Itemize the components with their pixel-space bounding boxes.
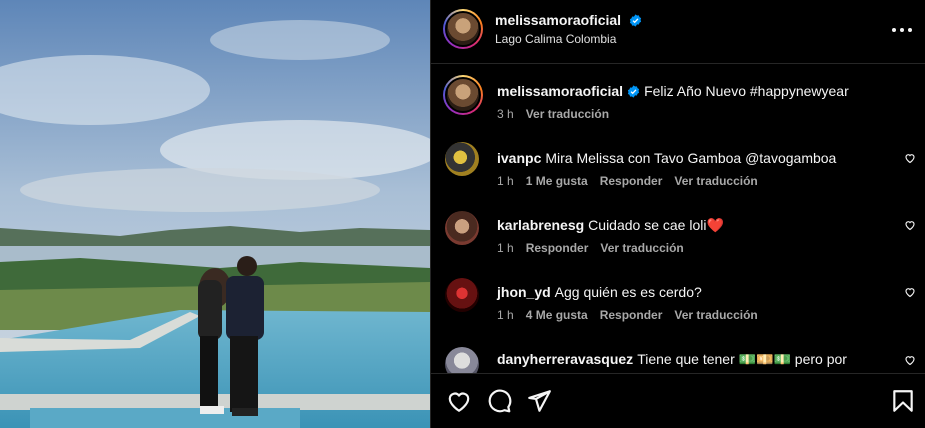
post-image	[0, 0, 430, 428]
post-actions-bar	[431, 373, 925, 428]
more-options-icon[interactable]	[892, 20, 912, 40]
comment-like-icon[interactable]	[904, 152, 916, 164]
comment-text: Tiene que tener 💵💴💵 pero por	[637, 351, 847, 367]
verified-icon	[629, 14, 642, 27]
commenter-avatar[interactable]	[445, 211, 479, 245]
post-header: melissamoraoficial Lago Calima Colombia	[431, 0, 925, 64]
caption-text: Feliz Año Nuevo #happynewyear	[644, 83, 849, 99]
caption-avatar[interactable]	[443, 75, 483, 115]
comment-likes[interactable]: 1 Me gusta	[526, 174, 588, 188]
comment-username[interactable]: danyherreravasquez	[497, 351, 633, 367]
reply-button[interactable]: Responder	[600, 174, 663, 188]
comment-time: 1 h	[497, 308, 514, 322]
comment-time: 1 h	[497, 174, 514, 188]
comment-text-row: karlabrenesg Cuidado se cae loli❤️	[497, 216, 897, 234]
caption-text-row: melissamoraoficial Feliz Año Nuevo #happ…	[497, 82, 897, 100]
comment-username[interactable]: ivanpc	[497, 150, 541, 166]
caption-time: 3 h	[497, 107, 514, 121]
comment-username[interactable]: jhon_yd	[497, 284, 551, 300]
comment-like-icon[interactable]	[904, 286, 916, 298]
comment-text-row: danyherreravasquez Tiene que tener 💵💴💵 pe…	[497, 350, 897, 368]
comment-text: Mira Melissa con Tavo Gamboa @tavogamboa	[545, 150, 837, 166]
comment-item: jhon_yd Agg quién es es cerdo? 1 h 4 Me g…	[431, 266, 925, 330]
like-icon[interactable]	[446, 388, 472, 414]
comment-text-row: ivanpc Mira Melissa con Tavo Gamboa @tavo…	[497, 149, 897, 167]
post-caption: melissamoraoficial Feliz Año Nuevo #happ…	[431, 65, 925, 129]
verified-icon	[627, 85, 640, 98]
caption-translate-link[interactable]: Ver traducción	[526, 107, 609, 121]
comment-item: ivanpc Mira Melissa con Tavo Gamboa @tavo…	[431, 132, 925, 196]
comment-text: Cuidado se cae loli❤️	[588, 217, 724, 233]
comment-username[interactable]: karlabrenesg	[497, 217, 584, 233]
save-icon[interactable]	[890, 388, 916, 414]
author-username-text[interactable]: melissamoraoficial	[495, 12, 621, 28]
comment-like-icon[interactable]	[904, 354, 916, 366]
post-location[interactable]: Lago Calima Colombia	[495, 32, 616, 46]
comment-text: Agg quién es es cerdo?	[554, 284, 702, 300]
translate-link[interactable]: Ver traducción	[674, 174, 757, 188]
share-icon[interactable]	[526, 388, 552, 414]
commenter-avatar[interactable]	[445, 142, 479, 176]
translate-link[interactable]: Ver traducción	[600, 241, 683, 255]
comment-item: karlabrenesg Cuidado se cae loli❤️ 1 h Re…	[431, 199, 925, 263]
comment-text-row: jhon_yd Agg quién es es cerdo?	[497, 283, 897, 301]
comment-item: danyherreravasquez Tiene que tener 💵💴💵 pe…	[431, 333, 925, 373]
comment-likes[interactable]: 4 Me gusta	[526, 308, 588, 322]
author-avatar[interactable]	[443, 9, 483, 49]
comment-icon[interactable]	[486, 388, 512, 414]
post-photo[interactable]	[0, 0, 430, 428]
author-username[interactable]: melissamoraoficial	[495, 12, 642, 28]
comment-time: 1 h	[497, 241, 514, 255]
comment-meta: 1 h 1 Me gusta Responder Ver traducción	[497, 174, 758, 188]
commenter-avatar[interactable]	[445, 347, 479, 373]
reply-button[interactable]: Responder	[526, 241, 589, 255]
comment-like-icon[interactable]	[904, 219, 916, 231]
post-details-panel: melissamoraoficial Lago Calima Colombia …	[430, 0, 925, 428]
comment-meta: 1 h 4 Me gusta Responder Ver traducción	[497, 308, 758, 322]
translate-link[interactable]: Ver traducción	[674, 308, 757, 322]
comment-meta: 1 h Responder Ver traducción	[497, 241, 684, 255]
comments-list[interactable]: melissamoraoficial Feliz Año Nuevo #happ…	[431, 65, 925, 373]
reply-button[interactable]: Responder	[600, 308, 663, 322]
caption-meta: 3 h Ver traducción	[497, 107, 609, 121]
caption-username[interactable]: melissamoraoficial	[497, 83, 623, 99]
commenter-avatar[interactable]	[445, 278, 479, 312]
